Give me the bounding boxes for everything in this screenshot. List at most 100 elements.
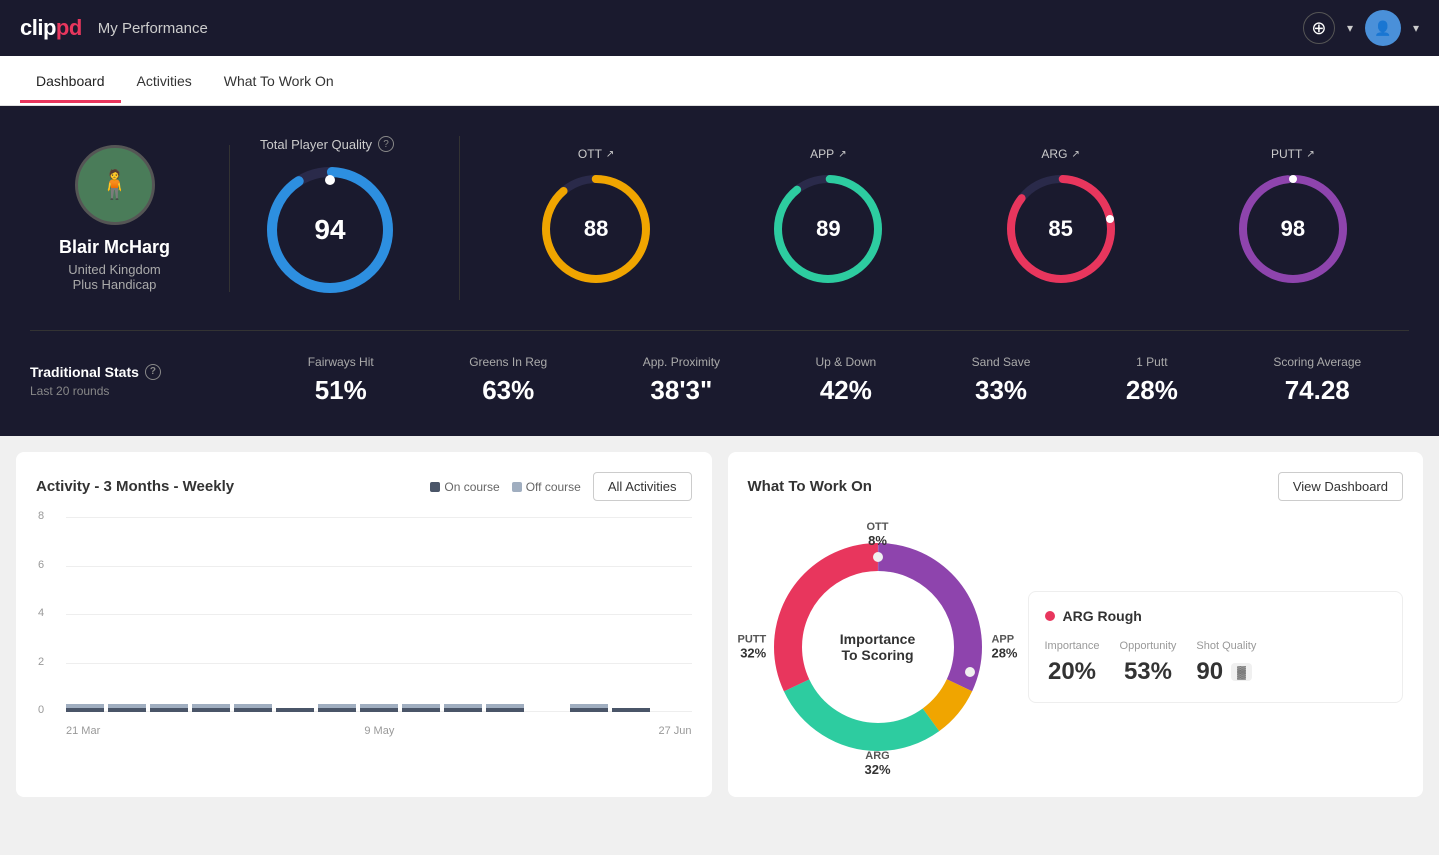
- ott-label: OTT ↗: [578, 147, 614, 161]
- stat-fairways-label: Fairways Hit: [308, 355, 374, 369]
- stat-scoring-value: 74.28: [1273, 375, 1361, 406]
- header-title: My Performance: [98, 20, 208, 37]
- add-dropdown-arrow[interactable]: ▾: [1347, 21, 1353, 35]
- stats-row: Traditional Stats ? Last 20 rounds Fairw…: [30, 331, 1409, 406]
- header-left: clippd My Performance: [20, 15, 208, 41]
- stats-info-icon[interactable]: ?: [145, 364, 161, 380]
- arg-dot: [1045, 611, 1055, 621]
- donut-center-line2: To Scoring: [840, 647, 915, 663]
- stat-updown-value: 42%: [816, 375, 877, 406]
- avatar[interactable]: 👤: [1365, 10, 1401, 46]
- legend-on-dot: [430, 482, 440, 492]
- x-label-3: 27 Jun: [658, 725, 691, 737]
- arg-label: ARG ↗: [1041, 147, 1079, 161]
- player-avatar: 🧍: [75, 145, 155, 225]
- app-value: 89: [816, 216, 840, 242]
- bar-group-3: [192, 517, 230, 712]
- app-logo: clippd: [20, 15, 82, 41]
- stat-greens-reg: Greens In Reg 63%: [469, 355, 547, 406]
- stat-oneputt-label: 1 Putt: [1126, 355, 1178, 369]
- bar-group-6: [318, 517, 356, 712]
- app-gauge: 89: [768, 169, 888, 289]
- bar-group-2: [150, 517, 188, 712]
- stat-app-label: App. Proximity: [643, 355, 720, 369]
- all-activities-button[interactable]: All Activities: [593, 472, 692, 501]
- header-right: ⊕ ▾ 👤 ▾: [1303, 10, 1419, 46]
- bar-on: [108, 708, 146, 712]
- shot-quality-box: ▓: [1231, 663, 1252, 681]
- legend-on-course: On course: [430, 480, 499, 494]
- stat-up-down: Up & Down 42%: [816, 355, 877, 406]
- stat-sand-save: Sand Save 33%: [972, 355, 1031, 406]
- stat-one-putt: 1 Putt 28%: [1126, 355, 1178, 406]
- activity-chart-area: 8 6 4 2 0 21 Mar 9 May 27 Jun: [36, 517, 692, 737]
- bar-on: [318, 708, 356, 712]
- arg-rough-card: ARG Rough Importance 20% Opportunity 53%…: [1028, 591, 1404, 703]
- donut-label-app: APP 28%: [991, 634, 1017, 661]
- chart-controls: On course Off course All Activities: [430, 472, 691, 501]
- tab-dashboard[interactable]: Dashboard: [20, 59, 121, 103]
- player-country: United Kingdom: [68, 262, 161, 277]
- bar-on: [276, 708, 314, 712]
- player-name: Blair McHarg: [59, 237, 170, 258]
- total-quality-block: Total Player Quality ? 94: [260, 136, 460, 300]
- donut-center: Importance To Scoring: [840, 631, 915, 663]
- tab-what-to-work-on[interactable]: What To Work On: [208, 59, 350, 103]
- arg-arrow: ↗: [1071, 149, 1079, 160]
- bar-group-1: [108, 517, 146, 712]
- arg-opportunity: Opportunity 53%: [1120, 640, 1177, 686]
- player-info: 🧍 Blair McHarg United Kingdom Plus Handi…: [30, 145, 230, 292]
- gauge-putt: PUTT ↗ 98: [1233, 147, 1353, 289]
- arg-card-title: ARG Rough: [1045, 608, 1387, 624]
- donut-chart: Importance To Scoring OTT 8% APP 28% ARG…: [748, 517, 1008, 777]
- stat-greens-value: 63%: [469, 375, 547, 406]
- arg-gauge: 85: [1001, 169, 1121, 289]
- x-label-1: 21 Mar: [66, 725, 100, 737]
- bar-group-4: [234, 517, 272, 712]
- bar-on: [402, 708, 440, 712]
- stat-updown-label: Up & Down: [816, 355, 877, 369]
- stat-scoring-label: Scoring Average: [1273, 355, 1361, 369]
- hero-section: 🧍 Blair McHarg United Kingdom Plus Handi…: [0, 106, 1439, 436]
- total-quality-value: 94: [314, 214, 345, 246]
- stats-subtitle: Last 20 rounds: [30, 384, 200, 398]
- total-quality-info-icon[interactable]: ?: [378, 136, 394, 152]
- stats-items: Fairways Hit 51% Greens In Reg 63% App. …: [230, 355, 1409, 406]
- total-quality-gauge: 94: [260, 160, 400, 300]
- stat-app-proximity: App. Proximity 38'3": [643, 355, 720, 406]
- bottom-section: Activity - 3 Months - Weekly On course O…: [0, 436, 1439, 813]
- total-quality-label: Total Player Quality ?: [260, 136, 394, 152]
- putt-arrow: ↗: [1306, 149, 1314, 160]
- bars-container: [66, 517, 692, 712]
- category-gauges: OTT ↗ 88 APP ↗: [460, 147, 1409, 289]
- work-on-title: What To Work On: [748, 478, 872, 495]
- bar-on: [570, 708, 608, 712]
- putt-value: 98: [1281, 216, 1305, 242]
- stats-title: Traditional Stats ?: [30, 364, 200, 380]
- activity-card: Activity - 3 Months - Weekly On course O…: [16, 452, 712, 797]
- putt-label: PUTT ↗: [1271, 147, 1315, 161]
- activity-chart-title: Activity - 3 Months - Weekly: [36, 478, 234, 495]
- app-arrow: ↗: [838, 149, 846, 160]
- view-dashboard-button[interactable]: View Dashboard: [1278, 472, 1403, 501]
- legend-off-course: Off course: [512, 480, 581, 494]
- chart-legend: On course Off course: [430, 480, 581, 494]
- arg-shot-quality: Shot Quality 90 ▓: [1196, 640, 1256, 686]
- add-button[interactable]: ⊕: [1303, 12, 1335, 44]
- bar-on: [150, 708, 188, 712]
- avatar-emoji: 🧍: [97, 168, 132, 201]
- bar-group-10: [486, 517, 524, 712]
- gauges-section: Total Player Quality ? 94 OT: [230, 136, 1409, 300]
- stat-fairways-value: 51%: [308, 375, 374, 406]
- bar-on: [486, 708, 524, 712]
- x-label-2: 9 May: [364, 725, 394, 737]
- hero-top: 🧍 Blair McHarg United Kingdom Plus Handi…: [30, 136, 1409, 331]
- ott-gauge: 88: [536, 169, 656, 289]
- donut-label-arg: ARG 32%: [864, 750, 890, 777]
- player-handicap: Plus Handicap: [73, 277, 157, 292]
- ott-arrow: ↗: [606, 149, 614, 160]
- avatar-dropdown-arrow[interactable]: ▾: [1413, 21, 1419, 35]
- legend-off-dot: [512, 482, 522, 492]
- bar-on: [360, 708, 398, 712]
- tab-activities[interactable]: Activities: [121, 59, 208, 103]
